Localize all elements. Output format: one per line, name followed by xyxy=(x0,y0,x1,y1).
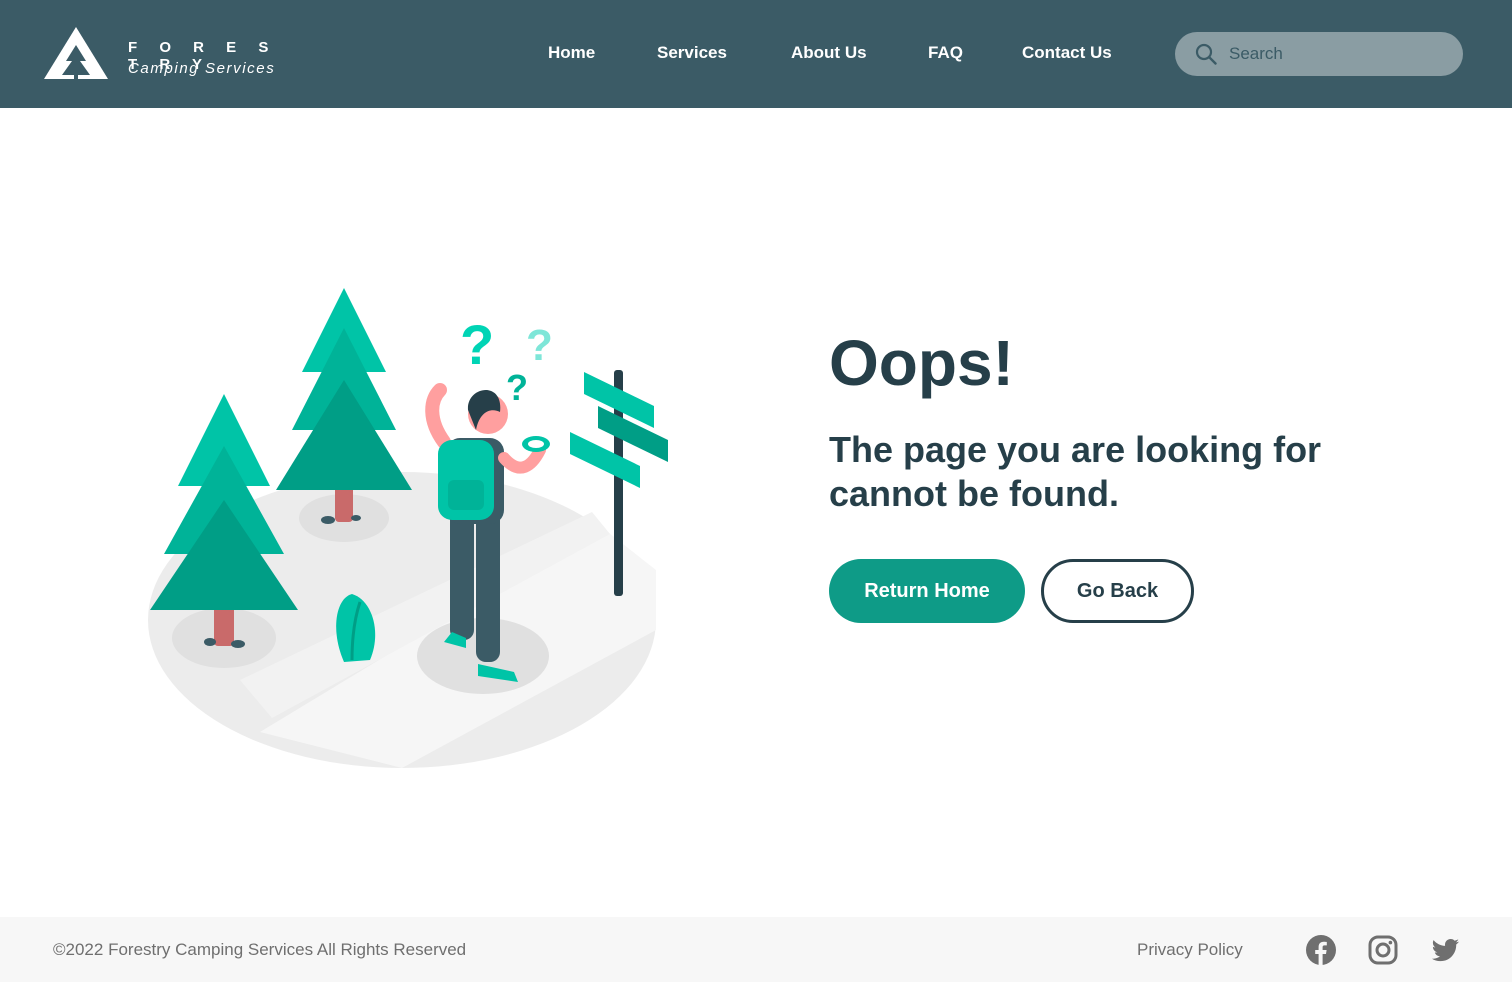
search-icon xyxy=(1195,43,1217,65)
search-box[interactable] xyxy=(1175,32,1463,76)
nav-services[interactable]: Services xyxy=(657,43,727,63)
tent-tree-logo-icon xyxy=(44,27,108,79)
not-found-page: F O R E S T R Y Camping Services Home Se… xyxy=(0,0,1512,982)
svg-text:?: ? xyxy=(506,367,528,408)
nav-about-us[interactable]: About Us xyxy=(791,43,867,63)
facebook-icon xyxy=(1306,935,1336,965)
privacy-policy-link[interactable]: Privacy Policy xyxy=(1137,940,1243,960)
twitter-icon xyxy=(1431,939,1459,962)
instagram-icon xyxy=(1368,935,1398,965)
home-logo-link[interactable]: F O R E S T R Y Camping Services xyxy=(44,27,304,81)
brand-tagline: Camping Services xyxy=(128,60,276,77)
nav-home[interactable]: Home xyxy=(548,43,595,63)
svg-text:?: ? xyxy=(526,321,553,370)
nav-faq[interactable]: FAQ xyxy=(928,43,963,63)
nav-contact-us[interactable]: Contact Us xyxy=(1022,43,1112,63)
copyright-text: ©2022 Forestry Camping Services All Righ… xyxy=(53,940,467,959)
twitter-link[interactable] xyxy=(1429,934,1461,966)
go-back-button[interactable]: Go Back xyxy=(1041,559,1194,623)
return-home-button[interactable]: Return Home xyxy=(829,559,1025,623)
site-footer: ©2022 Forestry Camping Services All Righ… xyxy=(0,917,1512,982)
facebook-link[interactable] xyxy=(1305,934,1337,966)
instagram-link[interactable] xyxy=(1367,934,1399,966)
svg-text:?: ? xyxy=(460,313,494,376)
lost-hiker-illustration: ? ? ? xyxy=(148,288,668,768)
page-title: Oops! xyxy=(829,327,1014,399)
error-message: The page you are looking for cannot be f… xyxy=(829,429,1322,514)
search-input[interactable] xyxy=(1229,38,1449,70)
site-header: F O R E S T R Y Camping Services Home Se… xyxy=(0,0,1512,108)
